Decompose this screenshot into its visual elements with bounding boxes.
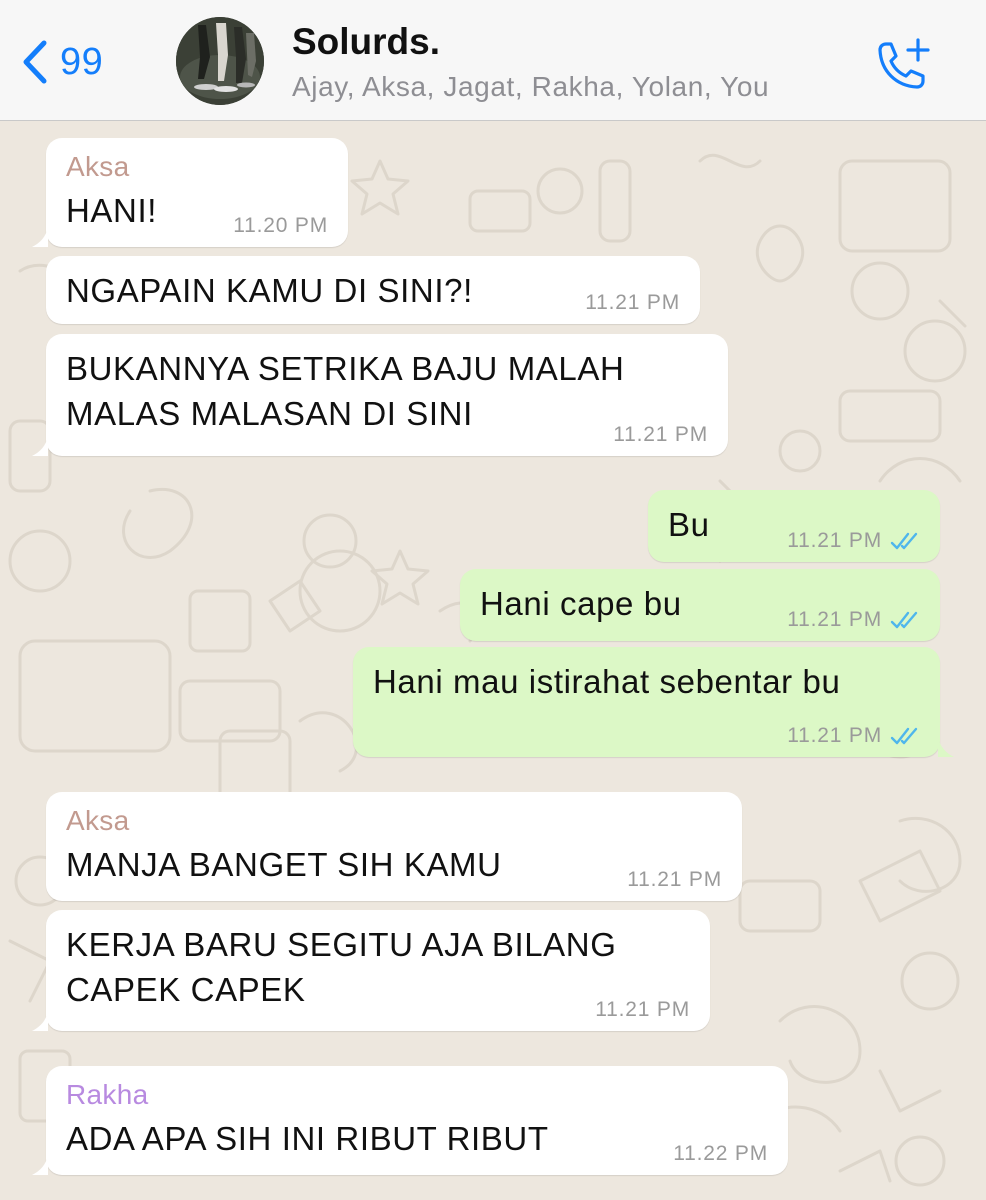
message-text: MANJA BANGET SIH KAMU bbox=[66, 846, 502, 883]
message-bubble[interactable]: Aksa MANJA BANGET SIH KAMU 11.21 PM bbox=[46, 792, 742, 901]
message-text: BUKANNYA SETRIKA BAJU MALAH bbox=[66, 350, 625, 387]
bubble-tail bbox=[32, 436, 48, 456]
message-time-text: 11.21 PM bbox=[787, 529, 882, 552]
chat-header: 99 Solurds. Ajay, Aksa, Jagat, Rakha, Yo… bbox=[0, 0, 986, 121]
group-name[interactable]: Solurds. bbox=[292, 21, 440, 63]
unread-count: 99 bbox=[60, 40, 104, 83]
bubble-tail bbox=[32, 1155, 48, 1175]
message-time: 11.22 PM bbox=[673, 1142, 768, 1165]
read-receipt-icon bbox=[890, 532, 918, 550]
group-avatar[interactable] bbox=[176, 17, 264, 105]
message-text: MALAS MALASAN DI SINI bbox=[66, 395, 473, 432]
bubble-tail bbox=[32, 1011, 48, 1031]
back-button[interactable]: 99 bbox=[20, 34, 103, 90]
bubble-tail bbox=[32, 227, 48, 247]
bubble-tail bbox=[938, 737, 954, 757]
message-time: 11.21 PM bbox=[585, 291, 680, 314]
message-text: Hani mau istirahat sebentar bu bbox=[373, 663, 841, 700]
message-time: 11.21 PM bbox=[595, 998, 690, 1021]
read-receipt-icon bbox=[890, 611, 918, 629]
chevron-left-icon bbox=[23, 40, 47, 84]
message-text: ADA APA SIH INI RIBUT RIBUT bbox=[66, 1120, 549, 1157]
participants-list[interactable]: Ajay, Aksa, Jagat, Rakha, Yolan, You bbox=[292, 71, 769, 103]
sender-name: Aksa bbox=[66, 151, 130, 182]
message-bubble[interactable]: KERJA BARU SEGITU AJA BILANG CAPEK CAPEK… bbox=[32, 910, 710, 1031]
message-bubble[interactable]: Rakha ADA APA SIH INI RIBUT RIBUT 11.22 … bbox=[32, 1066, 788, 1175]
chat-area[interactable]: Aksa HANI! 11.20 PM NGAPAIN KAMU DI SINI… bbox=[0, 121, 986, 1200]
message-bubble[interactable]: Hani mau istirahat sebentar bu 11.21 PM bbox=[353, 647, 954, 757]
message-time-text: 11.21 PM bbox=[787, 608, 882, 631]
message-time: 11.21 PM bbox=[613, 423, 708, 446]
read-receipt-icon bbox=[890, 727, 918, 745]
message-bubble[interactable]: Hani cape bu 11.21 PM bbox=[460, 569, 940, 641]
message-bubble[interactable]: Aksa HANI! 11.20 PM bbox=[32, 138, 348, 247]
message-time: 11.21 PM bbox=[787, 608, 920, 632]
add-call-button[interactable] bbox=[872, 36, 932, 92]
message-time: 11.21 PM bbox=[787, 529, 920, 553]
message-time: 11.20 PM bbox=[233, 214, 328, 237]
message-bubble[interactable]: Bu 11.21 PM bbox=[648, 490, 940, 562]
message-time-text: 11.21 PM bbox=[787, 724, 882, 747]
add-call-icon bbox=[878, 38, 930, 89]
message-bubble[interactable]: BUKANNYA SETRIKA BAJU MALAH MALAS MALASA… bbox=[32, 334, 728, 456]
message-time: 11.21 PM bbox=[627, 868, 722, 891]
message-time: 11.21 PM bbox=[787, 724, 920, 748]
message-bubble[interactable]: NGAPAIN KAMU DI SINI?! 11.21 PM bbox=[46, 256, 700, 324]
sender-name: Rakha bbox=[66, 1079, 149, 1110]
sender-name: Aksa bbox=[66, 805, 130, 836]
message-text: KERJA BARU SEGITU AJA BILANG bbox=[66, 926, 617, 963]
